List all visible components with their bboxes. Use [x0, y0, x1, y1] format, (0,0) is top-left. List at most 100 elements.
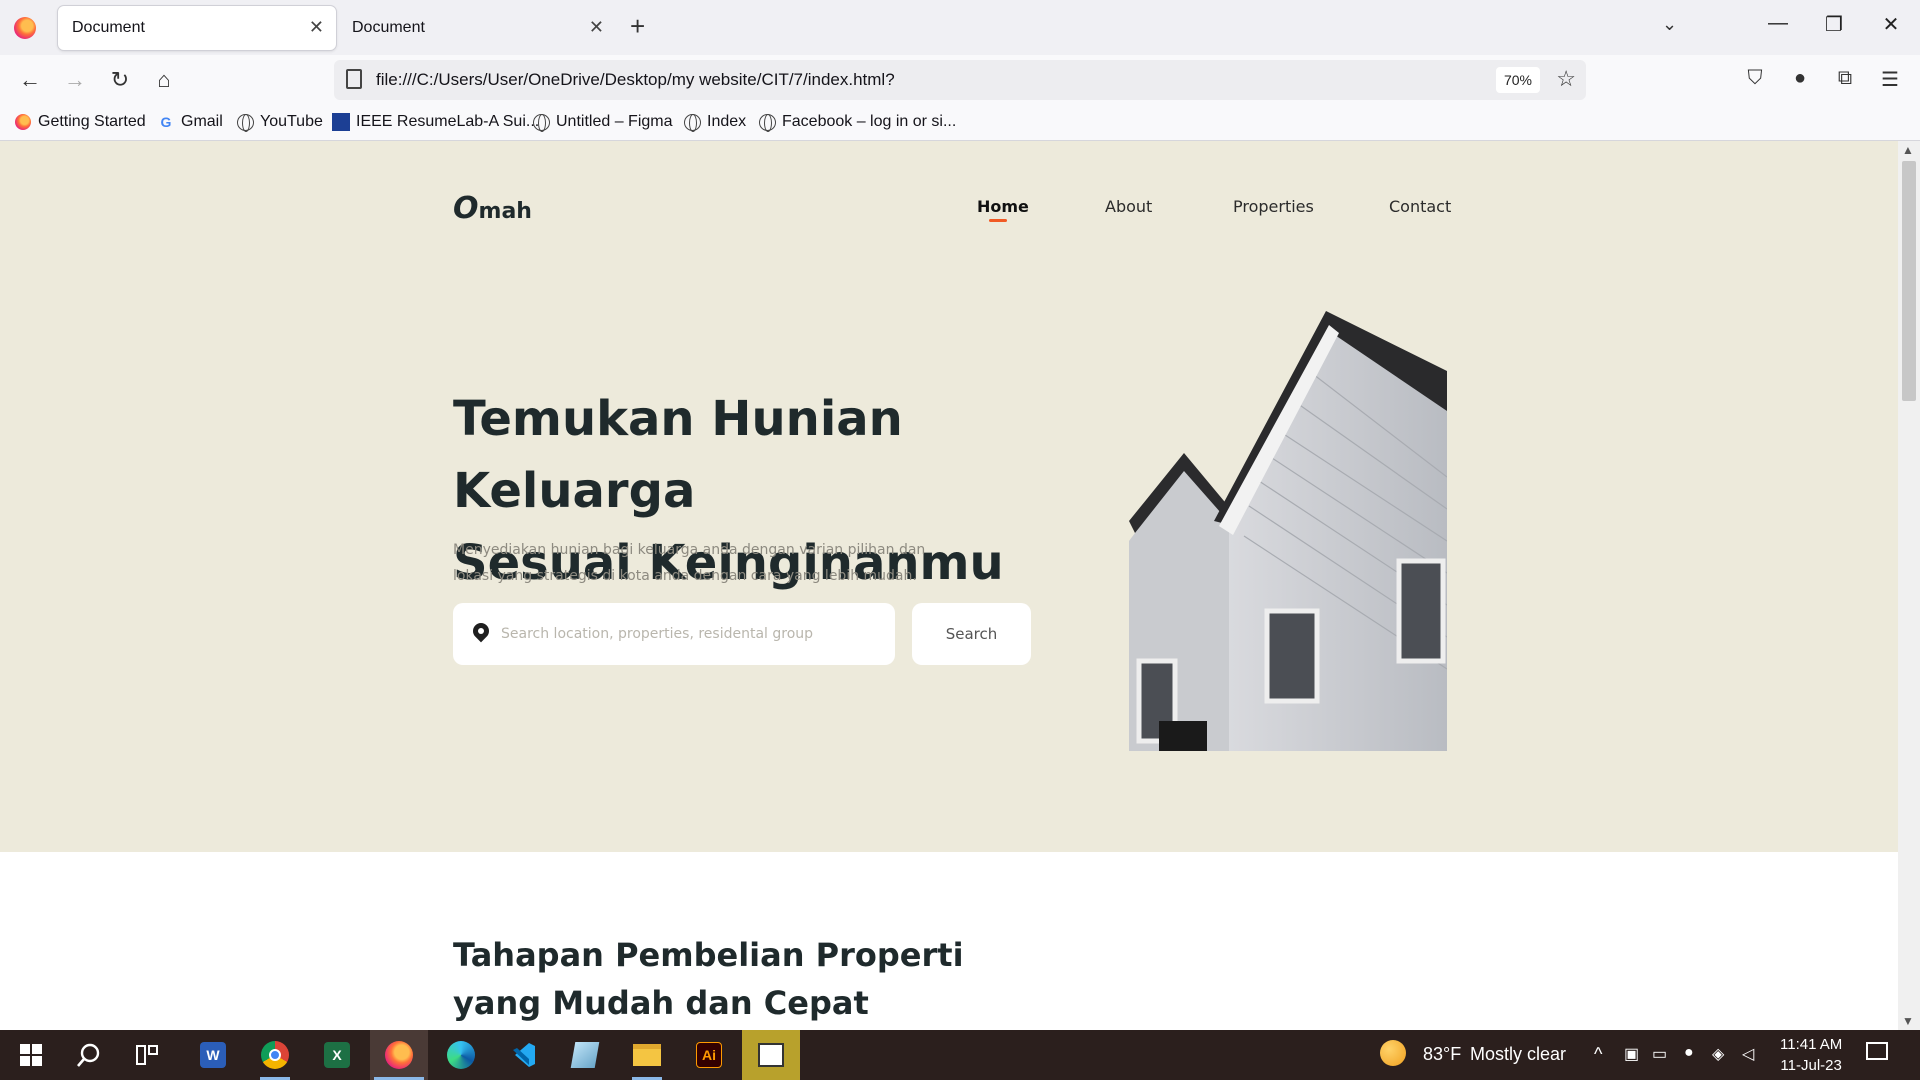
chevron-down-icon[interactable]: ⌄ — [1662, 14, 1677, 35]
nav-active-indicator — [989, 219, 1007, 222]
chrome-icon[interactable] — [246, 1030, 304, 1080]
network-icon[interactable]: ◈ — [1712, 1044, 1724, 1064]
bookmark-youtube[interactable]: YouTube — [236, 113, 323, 132]
bookmark-label: Untitled – Figma — [556, 113, 673, 130]
weather-text[interactable]: Mostly clear — [1470, 1044, 1566, 1065]
scroll-down-icon[interactable]: ▼ — [1902, 1014, 1914, 1028]
volume-icon[interactable]: ◁ — [1742, 1044, 1754, 1064]
task-view-icon[interactable] — [118, 1030, 176, 1080]
pocket-icon[interactable]: ⛉ — [1740, 67, 1770, 90]
hero-section: Omah Home About Properties Contact Temuk… — [0, 141, 1898, 852]
site-logo[interactable]: Omah — [453, 191, 532, 226]
hero-subtitle-line: lokasi yang strategis di kota anda denga… — [453, 568, 917, 584]
scroll-up-icon[interactable]: ▲ — [1902, 143, 1914, 157]
tab-document-active[interactable]: Document ✕ — [58, 6, 336, 50]
edge-icon[interactable] — [432, 1030, 490, 1080]
page-icon — [346, 69, 362, 89]
hero-title-line: Temukan Hunian Keluarga — [453, 391, 903, 519]
menu-icon[interactable]: ☰ — [1875, 67, 1905, 92]
nav-home[interactable]: Home — [977, 197, 1029, 216]
clock-time: 11:41 AM — [1780, 1036, 1843, 1053]
nav-properties[interactable]: Properties — [1233, 197, 1314, 216]
clock[interactable]: 11:41 AM 11-Jul-23 — [1780, 1034, 1842, 1076]
bookmark-label: YouTube — [260, 113, 323, 130]
bookmark-label: Index — [707, 113, 747, 130]
excel-icon[interactable]: X — [308, 1030, 366, 1080]
bookmark-label: Getting Started — [38, 113, 146, 130]
logo-text: mah — [478, 199, 532, 224]
illustrator-icon[interactable]: Ai — [680, 1030, 738, 1080]
minimize-icon[interactable]: — — [1758, 12, 1798, 35]
back-icon[interactable]: ← — [15, 67, 45, 93]
bookmark-ieee[interactable]: IEEE ResumeLab-A Sui... — [332, 113, 539, 131]
search-icon[interactable] — [60, 1030, 118, 1080]
tab-title: Document — [352, 19, 425, 36]
house-image — [1129, 311, 1447, 751]
close-window-icon[interactable]: ✕ — [1871, 12, 1911, 37]
chevron-up-icon[interactable]: ^ — [1594, 1044, 1602, 1065]
word-icon[interactable]: W — [184, 1030, 242, 1080]
firefox-icon[interactable] — [14, 17, 36, 39]
bookmark-label: Gmail — [181, 113, 223, 130]
bookmark-index[interactable]: Index — [683, 113, 747, 132]
tab-document[interactable]: Document ✕ — [338, 6, 616, 50]
ieee-icon — [332, 113, 350, 131]
url-text[interactable]: file:///C:/Users/User/OneDrive/Desktop/m… — [376, 70, 895, 90]
search-button[interactable]: Search — [912, 603, 1031, 665]
taskbar: W X Ai 83°F Mostly clear ^ ▣ ▭ ● ◈ ◁ 11:… — [0, 1030, 1920, 1080]
google-icon: G — [160, 114, 172, 130]
section-title-line: Tahapan Pembelian Properti — [453, 936, 964, 974]
url-bar[interactable]: file:///C:/Users/User/OneDrive/Desktop/m… — [334, 60, 1586, 100]
globe-icon — [236, 113, 254, 132]
nav-contact[interactable]: Contact — [1389, 197, 1451, 216]
bookmark-facebook[interactable]: Facebook – log in or si... — [758, 113, 957, 132]
new-tab-button[interactable]: + — [630, 12, 645, 40]
bookmark-getting-started[interactable]: Getting Started — [14, 113, 146, 131]
search-box — [453, 603, 895, 665]
tab-title: Document — [72, 19, 145, 36]
bookmark-label: Facebook – log in or si... — [782, 113, 957, 130]
file-explorer-icon[interactable] — [618, 1030, 676, 1080]
extensions-icon[interactable]: ⧉ — [1830, 67, 1860, 90]
profile-icon[interactable]: ● — [1785, 67, 1815, 90]
globe-icon — [758, 113, 776, 132]
windows-start-icon[interactable] — [2, 1030, 60, 1080]
restore-icon[interactable]: ❐ — [1814, 12, 1854, 37]
reload-icon[interactable]: ↻ — [105, 67, 135, 93]
media-app-icon[interactable] — [742, 1030, 800, 1080]
close-icon[interactable]: ✕ — [589, 17, 604, 38]
weather-temp[interactable]: 83°F — [1423, 1044, 1461, 1065]
app-icon[interactable] — [556, 1030, 614, 1080]
bookmark-star-icon[interactable]: ☆ — [1556, 66, 1576, 92]
forward-icon[interactable]: → — [60, 67, 90, 93]
bookmark-figma[interactable]: Untitled – Figma — [532, 113, 673, 132]
section-title: Tahapan Pembelian Properti yang Mudah da… — [453, 931, 1053, 1027]
section-title-line: yang Mudah dan Cepat — [453, 984, 869, 1022]
firefox-taskbar-icon[interactable] — [370, 1030, 428, 1080]
clock-date: 11-Jul-23 — [1780, 1057, 1842, 1074]
zoom-indicator[interactable]: 70% — [1495, 67, 1540, 93]
bookmarks-bar: Getting Started G Gmail YouTube IEEE Res… — [0, 105, 1920, 141]
bookmark-label: IEEE ResumeLab-A Sui... — [356, 113, 540, 130]
hero-subtitle-line: Menyediakan hunian bagi keluarga anda de… — [453, 542, 926, 558]
bookmark-gmail[interactable]: G Gmail — [157, 113, 223, 131]
vscode-icon[interactable] — [494, 1030, 552, 1080]
weather-icon[interactable] — [1380, 1040, 1406, 1066]
close-icon[interactable]: ✕ — [309, 17, 324, 38]
globe-icon — [532, 113, 550, 132]
globe-icon — [683, 113, 701, 132]
meet-icon[interactable]: ▣ — [1624, 1044, 1639, 1064]
home-icon[interactable]: ⌂ — [149, 67, 179, 93]
hero-subtitle: Menyediakan hunian bagi keluarga anda de… — [453, 537, 953, 589]
search-input[interactable] — [499, 613, 879, 655]
nav-about[interactable]: About — [1105, 197, 1152, 216]
page-viewport: Omah Home About Properties Contact Temuk… — [0, 141, 1898, 1030]
scroll-thumb[interactable] — [1902, 161, 1916, 401]
microphone-icon[interactable]: ● — [1684, 1044, 1694, 1062]
navigation-toolbar: ← → ↻ ⌂ file:///C:/Users/User/OneDrive/D… — [0, 55, 1920, 105]
notifications-icon[interactable] — [1866, 1042, 1888, 1060]
tab-bar: Document ✕ Document ✕ + ⌄ — ❐ ✕ — [0, 0, 1920, 55]
battery-icon[interactable]: ▭ — [1652, 1044, 1667, 1064]
page-scrollbar[interactable]: ▲ ▼ — [1898, 141, 1920, 1030]
firefox-icon — [14, 113, 32, 131]
